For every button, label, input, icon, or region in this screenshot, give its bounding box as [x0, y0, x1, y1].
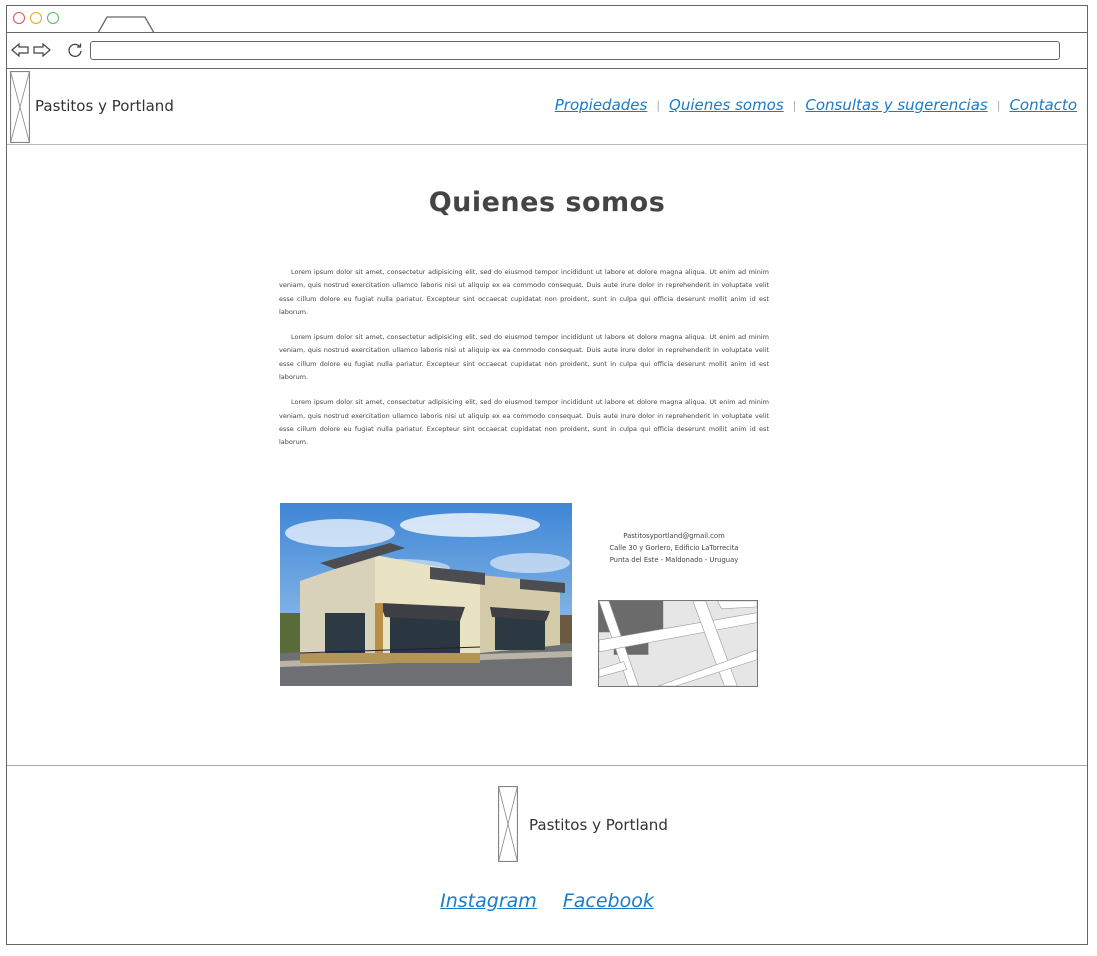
back-arrow-icon[interactable] — [11, 43, 29, 57]
nav-separator: | — [996, 98, 1001, 112]
browser-window: Pastitos y Portland Propiedades | Quiene… — [6, 5, 1088, 945]
instagram-link[interactable]: Instagram — [440, 890, 537, 912]
main-navigation: Propiedades | Quienes somos | Consultas … — [555, 96, 1077, 114]
about-text: Lorem ipsum dolor sit amet, consectetur … — [279, 266, 769, 462]
paragraph: Lorem ipsum dolor sit amet, consectetur … — [279, 333, 769, 382]
title-bar — [7, 6, 1087, 33]
close-window-button[interactable] — [13, 12, 25, 24]
site-header: Pastitos y Portland Propiedades | Quiene… — [7, 70, 1087, 145]
nav-link-consultas[interactable]: Consultas y sugerencias — [805, 96, 987, 114]
contact-address: Calle 30 y Gorlero, Edificio LaTorrecita — [609, 544, 739, 552]
building-photo — [280, 503, 572, 686]
maximize-window-button[interactable] — [47, 12, 59, 24]
map-placeholder-icon[interactable] — [598, 600, 758, 687]
site-footer: Pastitos y Portland Instagram Facebook — [7, 765, 1087, 945]
minimize-window-button[interactable] — [30, 12, 42, 24]
contact-email[interactable]: Pastitosyportland@gmail.com — [594, 530, 754, 542]
contact-info: Pastitosyportland@gmail.com Calle 30 y G… — [594, 530, 754, 566]
browser-tab[interactable] — [97, 16, 155, 33]
social-links: Instagram Facebook — [7, 890, 1087, 912]
nav-link-propiedades[interactable]: Propiedades — [555, 96, 648, 114]
nav-separator: | — [792, 98, 797, 112]
site-brand[interactable]: Pastitos y Portland — [35, 97, 174, 115]
facebook-link[interactable]: Facebook — [563, 890, 654, 912]
image-placeholder-icon — [498, 786, 518, 862]
url-input[interactable] — [90, 41, 1060, 60]
reload-icon[interactable] — [67, 42, 83, 58]
footer-brand: Pastitos y Portland — [529, 816, 668, 834]
paragraph: Lorem ipsum dolor sit amet, consectetur … — [279, 268, 769, 316]
nav-link-quienes-somos[interactable]: Quienes somos — [669, 96, 784, 114]
contact-city: Punta del Este - Maldonado - Uruguay — [609, 556, 739, 564]
nav-link-contacto[interactable]: Contacto — [1009, 96, 1077, 114]
image-placeholder-icon — [10, 71, 30, 143]
address-bar — [7, 33, 1087, 69]
page-title: Quienes somos — [428, 187, 666, 218]
paragraph: Lorem ipsum dolor sit amet, consectetur … — [279, 398, 769, 447]
nav-separator: | — [656, 98, 661, 112]
forward-arrow-icon[interactable] — [33, 43, 51, 57]
